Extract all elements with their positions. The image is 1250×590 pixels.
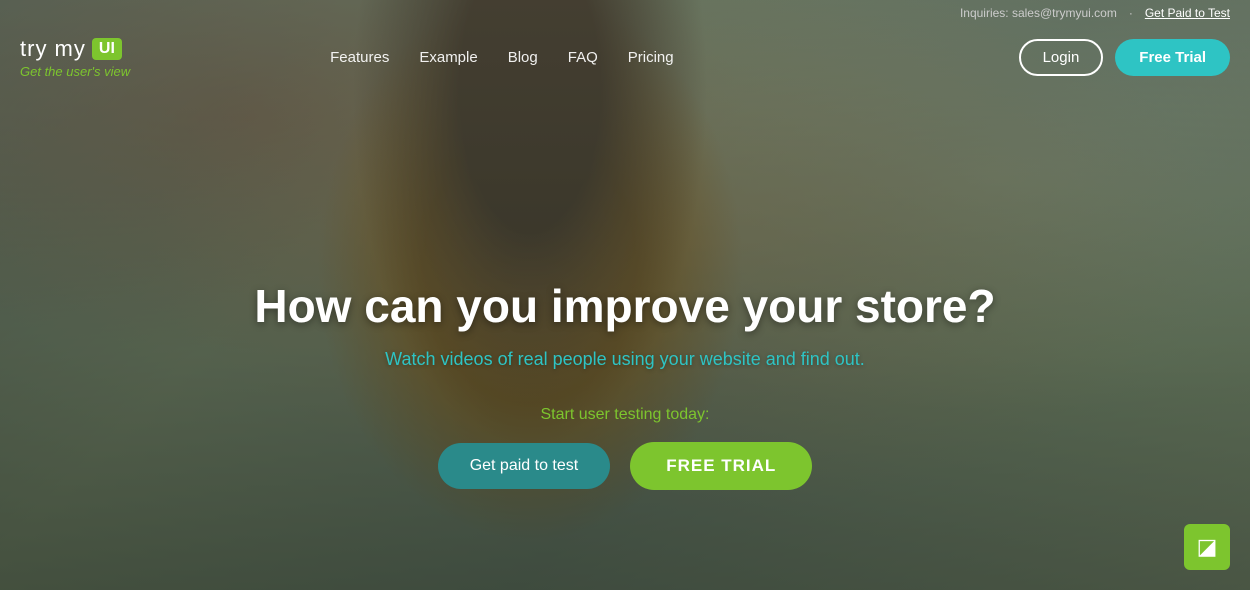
top-bar: Inquiries: sales@trymyui.com · Get Paid … <box>0 0 1250 89</box>
nav-links: Features Example Blog FAQ Pricing <box>330 49 673 66</box>
logo-text: try my UI <box>20 36 130 62</box>
subheadline-highlight: videos <box>441 349 493 369</box>
top-info-bar: Inquiries: sales@trymyui.com · Get Paid … <box>0 0 1250 26</box>
free-trial-nav-button[interactable]: Free Trial <box>1115 39 1230 76</box>
get-paid-link[interactable]: Get Paid to Test <box>1145 6 1230 20</box>
nav-blog[interactable]: Blog <box>508 49 538 66</box>
logo-badge: UI <box>92 38 122 60</box>
get-paid-button[interactable]: Get paid to test <box>438 443 611 489</box>
hero-headline: How can you improve your store? <box>0 279 1250 333</box>
cta-label: Start user testing today: <box>0 406 1250 424</box>
logo-trymyui: try my <box>20 36 86 62</box>
chat-icon: ◪ <box>1197 534 1218 560</box>
hero-buttons: Get paid to test FREE TRIAL <box>0 442 1250 490</box>
free-trial-hero-button[interactable]: FREE TRIAL <box>630 442 812 490</box>
main-nav: try my UI Get the user's view Features E… <box>0 26 1250 89</box>
divider: · <box>1129 6 1133 20</box>
nav-example[interactable]: Example <box>419 49 477 66</box>
nav-features[interactable]: Features <box>330 49 389 66</box>
hero-subheadline: Watch videos of real people using your w… <box>0 349 1250 370</box>
inquiries-text: Inquiries: sales@trymyui.com <box>960 6 1117 20</box>
nav-actions: Login Free Trial <box>1019 39 1230 76</box>
chat-widget[interactable]: ◪ <box>1184 524 1230 570</box>
nav-pricing[interactable]: Pricing <box>628 49 674 66</box>
logo-tagline: Get the user's view <box>20 64 130 79</box>
hero-section: Inquiries: sales@trymyui.com · Get Paid … <box>0 0 1250 590</box>
subheadline-post: of real people using your website and fi… <box>493 349 865 369</box>
hero-content: How can you improve your store? Watch vi… <box>0 279 1250 490</box>
nav-faq[interactable]: FAQ <box>568 49 598 66</box>
subheadline-pre: Watch <box>385 349 440 369</box>
login-button[interactable]: Login <box>1019 39 1104 76</box>
logo: try my UI Get the user's view <box>20 36 130 79</box>
